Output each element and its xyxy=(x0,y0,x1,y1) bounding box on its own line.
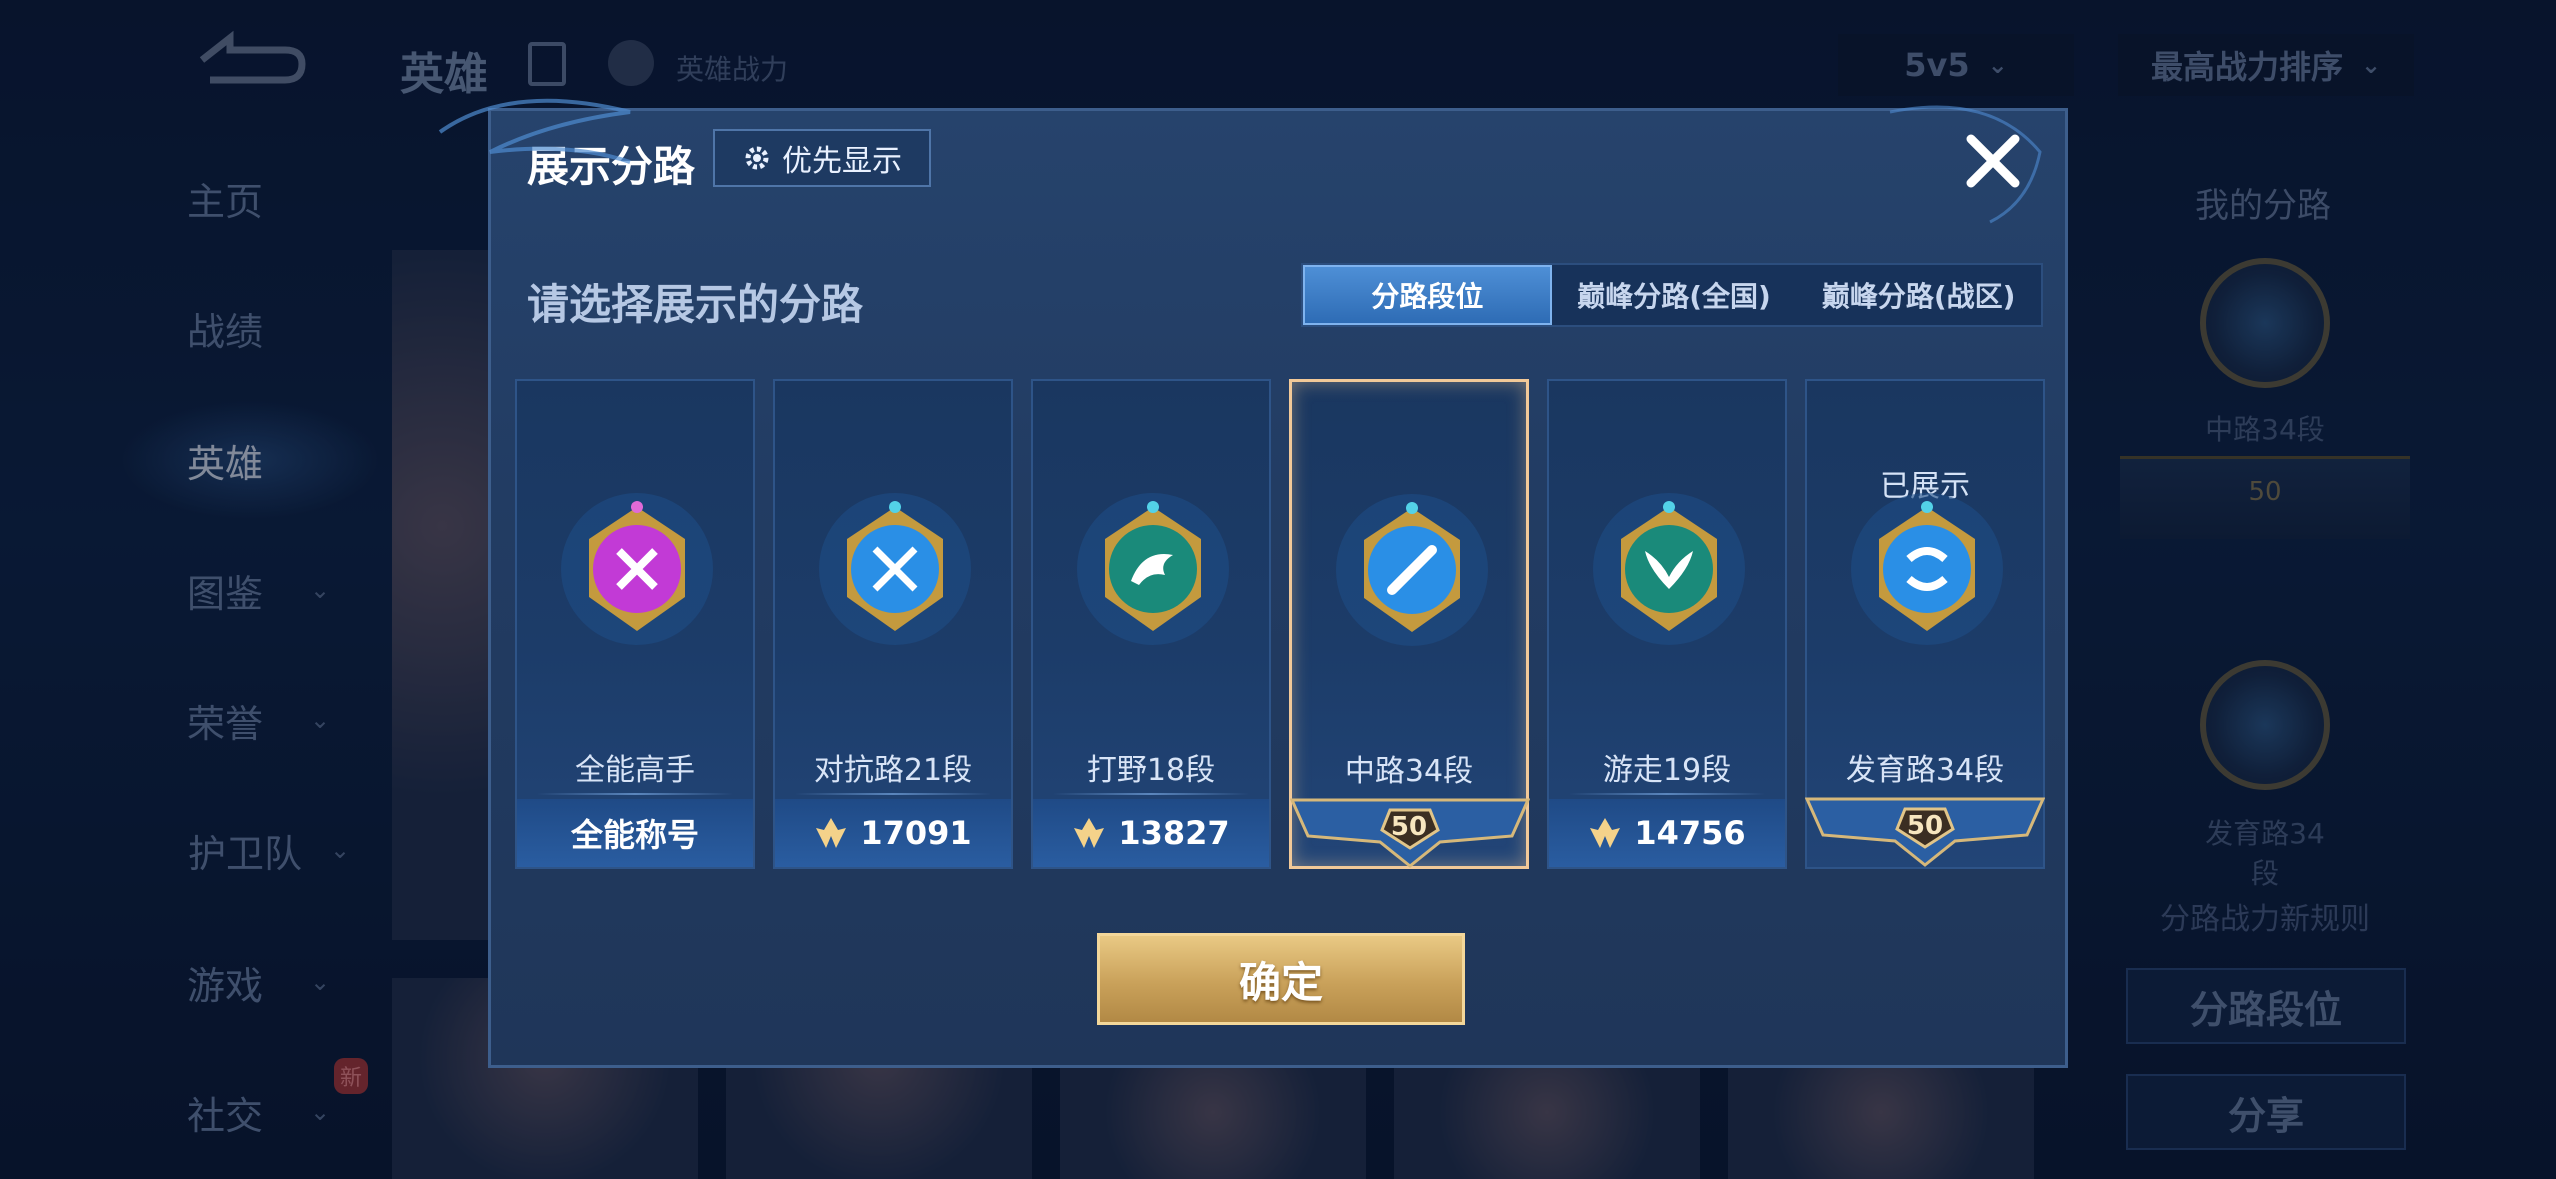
lane-card-roam[interactable]: 游走19段 14756 xyxy=(1547,379,1787,869)
card-divider xyxy=(795,793,991,795)
mid-lane-emblem-icon xyxy=(1336,494,1488,646)
lane-tabs: 分路段位 巅峰分路(全国) 巅峰分路(战区) xyxy=(1301,263,2043,327)
power-score-icon xyxy=(1590,818,1621,848)
close-icon[interactable] xyxy=(1961,129,2025,193)
lane-card-jungle[interactable]: 打野18段 13827 xyxy=(1031,379,1271,869)
card-divider xyxy=(1569,793,1765,795)
tab-peak-lane-region[interactable]: 巅峰分路(战区) xyxy=(1796,265,2041,325)
power-score: 17091 xyxy=(860,814,972,852)
farm-lane-emblem-icon xyxy=(1851,493,2003,645)
lane-card-mid[interactable]: 中路34段 50 xyxy=(1289,379,1530,869)
roam-emblem-icon xyxy=(1593,493,1745,645)
jungle-emblem-icon xyxy=(1077,493,1229,645)
select-lane-prompt: 请选择展示的分路 xyxy=(527,280,864,329)
priority-display-button[interactable]: 优先显示 xyxy=(713,129,931,187)
lane-card-allround[interactable]: 全能高手 全能称号 xyxy=(515,379,755,869)
lane-card-name: 中路34段 xyxy=(1344,754,1474,789)
lane-card-name: 打野18段 xyxy=(1086,753,1216,788)
power-score-icon xyxy=(1074,818,1105,848)
lane-display-dialog: 展示分路 优先显示 请选择展示的分路 分路段位 巅峰分路(全国) 巅峰分路(战区… xyxy=(488,108,2068,1068)
allround-emblem-icon xyxy=(561,493,713,645)
lane-card-farm[interactable]: 已展示 发育路34段 50 xyxy=(1805,379,2045,869)
lane-card-name: 全能高手 xyxy=(575,753,695,788)
clash-lane-emblem-icon xyxy=(819,493,971,645)
power-score: 13827 xyxy=(1118,814,1230,852)
power-score-icon xyxy=(816,818,847,848)
card-bottom: 17091 xyxy=(775,799,1011,867)
lane-card-name: 对抗路21段 xyxy=(813,753,973,788)
lane-card-name: 发育路34段 xyxy=(1845,753,2005,788)
level-number: 50 xyxy=(1906,811,1944,841)
lane-card-clash[interactable]: 对抗路21段 17091 xyxy=(773,379,1013,869)
title-label: 全能称号 xyxy=(570,816,699,854)
tab-peak-lane-national[interactable]: 巅峰分路(全国) xyxy=(1552,265,1797,325)
gear-icon xyxy=(745,146,769,170)
lane-card-name: 游走19段 xyxy=(1602,753,1732,788)
card-divider xyxy=(1053,793,1249,795)
confirm-button[interactable]: 确定 xyxy=(1097,933,1465,1025)
priority-display-label: 优先显示 xyxy=(782,144,902,179)
lane-card-list: 全能高手 全能称号 对抗路21段 17091 打野18段 13827 中路34段… xyxy=(515,379,2055,869)
tab-lane-rank[interactable]: 分路段位 xyxy=(1303,265,1552,325)
dialog-header: 展示分路 优先显示 xyxy=(491,111,2065,211)
level-number: 50 xyxy=(1390,812,1428,842)
dialog-title: 展示分路 xyxy=(527,142,696,191)
card-divider xyxy=(537,793,733,795)
card-bottom: 全能称号 xyxy=(517,799,753,867)
card-bottom: 14756 xyxy=(1549,799,1785,867)
card-bottom: 13827 xyxy=(1033,799,1269,867)
power-score: 14756 xyxy=(1634,814,1746,852)
